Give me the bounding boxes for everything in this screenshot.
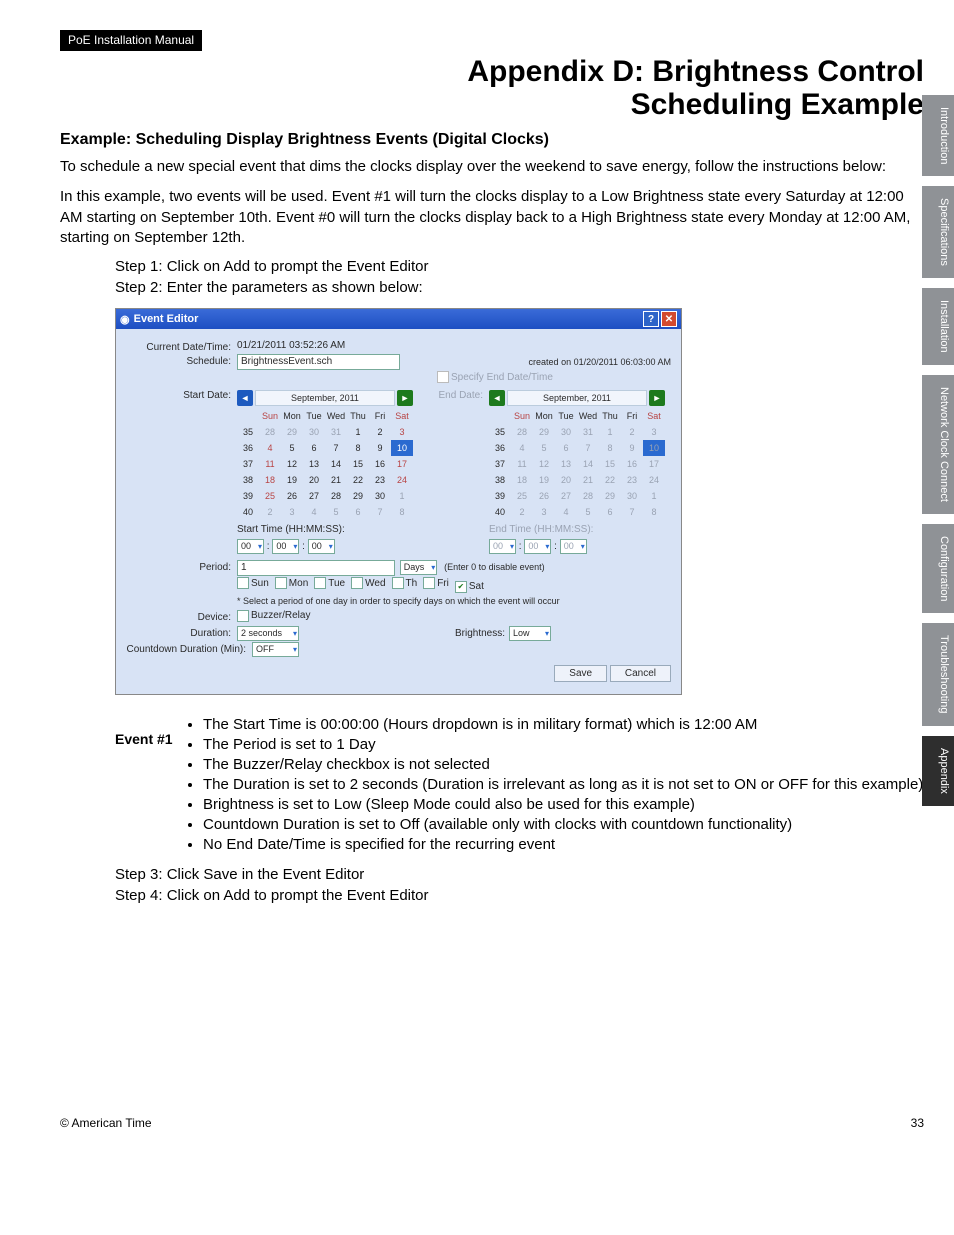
manual-tab: PoE Installation Manual [60,30,202,51]
tab-specifications[interactable]: Specifications [922,186,954,278]
app-icon: ◉ [120,313,130,326]
tab-appendix[interactable]: Appendix [922,736,954,806]
step-2: Step 2: Enter the parameters as shown be… [115,279,924,296]
end-calendar-grid: SunMonTueWedThuFriSat3528293031123364567… [489,408,665,520]
day-checkbox-sun[interactable]: Sun [237,577,269,589]
specify-end-checkbox[interactable]: Specify End Date/Time [437,371,553,383]
duration-label: Duration: [126,626,237,639]
brightness-label: Brightness: [455,628,505,639]
period-hint: (Enter 0 to disable event) [444,562,545,572]
period-input[interactable]: 1 [237,560,395,576]
step-1: Step 1: Click on Add to prompt the Event… [115,258,924,275]
calendar-month-title: September, 2011 [255,390,395,406]
day-checkbox-sat[interactable]: ✔Sat [455,581,484,593]
next-month-icon[interactable]: ► [397,390,413,406]
end-calendar: ◄ September, 2011 ► SunMonTueWedThuFriSa… [489,390,665,520]
prev-month-icon: ◄ [489,390,505,406]
day-checkbox-wed[interactable]: Wed [351,577,385,589]
tab-network-clock-connect[interactable]: Network Clock Connect [922,375,954,514]
schedule-label: Schedule: [126,354,237,367]
day-checkbox-fri[interactable]: Fri [423,577,449,589]
end-ss: 00 [560,539,587,554]
tab-introduction[interactable]: Introduction [922,95,954,176]
event1-label: Event #1 [115,713,185,747]
event-editor-window: ◉ Event Editor ? ✕ Current Date/Time: 01… [115,308,682,695]
start-time-label: Start Time (HH:MM:SS): [237,524,413,535]
window-title: Event Editor [134,313,199,325]
end-hh: 00 [489,539,516,554]
paragraph-2: In this example, two events will be used… [60,187,924,248]
calendar-month-title: September, 2011 [507,390,647,406]
page-number: 33 [911,1116,924,1130]
end-date-label: End Date: [433,390,489,401]
schedule-input[interactable]: BrightnessEvent.sch [237,354,400,370]
step-4: Step 4: Click on Add to prompt the Event… [115,887,924,904]
start-calendar[interactable]: ◄ September, 2011 ► SunMonTueWedThuFriSa… [237,390,413,520]
device-label: Device: [126,610,237,623]
titlebar: ◉ Event Editor ? ✕ [116,309,681,329]
duration-select[interactable]: 2 seconds [237,626,299,641]
appendix-title: Appendix D: Brightness ControlScheduling… [60,55,924,121]
device-checkbox[interactable]: Buzzer/Relay [237,610,310,622]
day-checkbox-mon[interactable]: Mon [275,577,308,589]
help-icon[interactable]: ? [643,311,659,327]
brightness-select[interactable]: Low [509,626,551,641]
start-date-label: Start Date: [126,388,237,401]
start-ss[interactable]: 00 [308,539,335,554]
period-label: Period: [126,560,237,573]
period-unit-select[interactable]: Days [400,560,438,575]
tab-configuration[interactable]: Configuration [922,524,954,613]
tab-troubleshooting[interactable]: Troubleshooting [922,623,954,725]
cancel-button[interactable]: Cancel [610,665,671,682]
close-icon[interactable]: ✕ [661,311,677,327]
end-time-label: End Time (HH:MM:SS): [489,524,665,535]
current-datetime-label: Current Date/Time: [126,340,237,353]
day-checkbox-tue[interactable]: Tue [314,577,345,589]
side-tabs: Introduction Specifications Installation… [922,95,954,816]
day-checkbox-th[interactable]: Th [392,577,418,589]
example-heading: Example: Scheduling Display Brightness E… [60,131,924,149]
save-button[interactable]: Save [554,665,607,682]
start-hh[interactable]: 00 [237,539,264,554]
event1-bullets: The Start Time is 00:00:00 (Hours dropdo… [185,713,924,856]
step-3: Step 3: Click Save in the Event Editor [115,866,924,883]
current-datetime-value: 01/21/2011 03:52:26 AM [237,340,671,351]
start-calendar-grid[interactable]: SunMonTueWedThuFriSat3528293031123364567… [237,408,413,520]
countdown-label: Countdown Duration (Min): [126,642,252,655]
start-mm[interactable]: 00 [272,539,299,554]
paragraph-1: To schedule a new special event that dim… [60,157,924,177]
next-month-icon: ► [649,390,665,406]
copyright: © American Time [60,1116,152,1130]
days-note: * Select a period of one day in order to… [237,596,671,606]
tab-installation[interactable]: Installation [922,288,954,365]
countdown-select[interactable]: OFF [252,642,299,657]
created-on: created on 01/20/2011 06:03:00 AM [529,357,671,367]
prev-month-icon[interactable]: ◄ [237,390,253,406]
end-mm: 00 [524,539,551,554]
